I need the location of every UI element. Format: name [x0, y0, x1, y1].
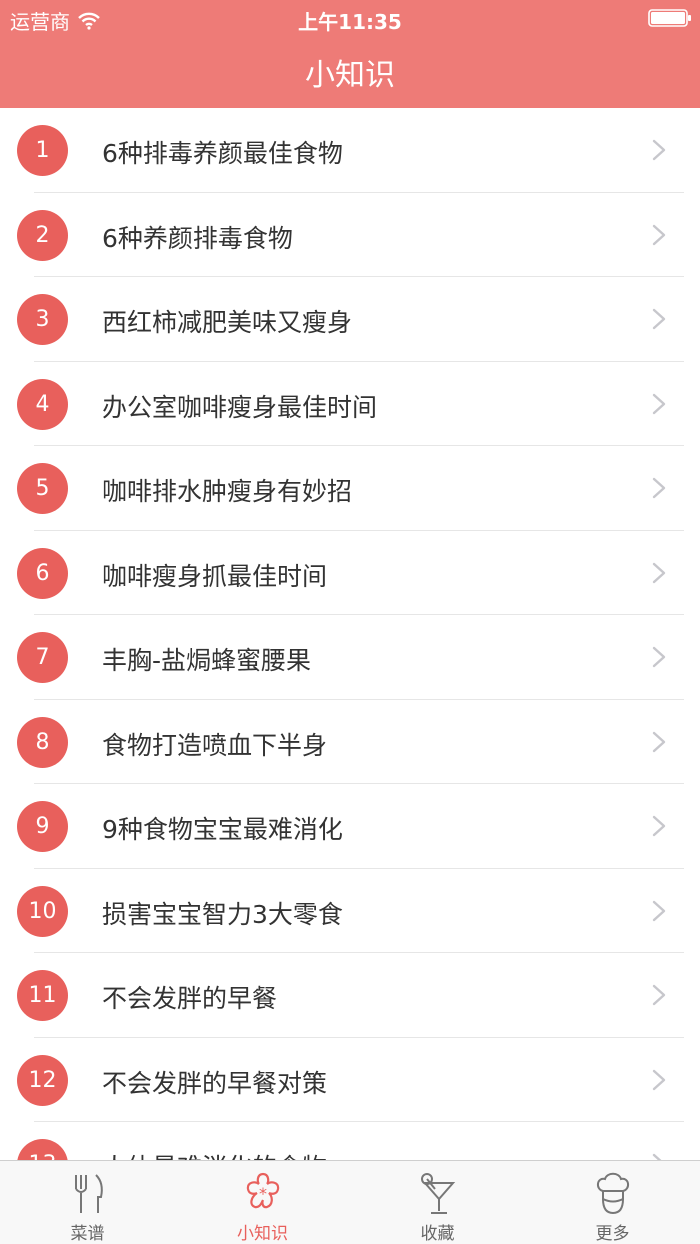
item-number-badge: 11: [17, 970, 68, 1021]
item-number-badge: 2: [17, 209, 68, 261]
item-title: 咖啡瘦身抓最佳时间: [102, 561, 328, 591]
fork-knife-icon: [74, 1174, 103, 1213]
chevron-right-icon: [652, 646, 666, 668]
svg-text:*: *: [259, 1184, 267, 1203]
list-item[interactable]: 7 丰胸-盐焗蜂蜜腰果: [0, 615, 700, 700]
list-item[interactable]: 8 食物打造喷血下半身: [0, 700, 700, 785]
chevron-right-icon: [652, 984, 666, 1006]
item-number-badge: 1: [17, 125, 68, 176]
chevron-right-icon: [652, 139, 666, 161]
item-number-badge: 7: [17, 632, 68, 683]
list-item[interactable]: 12 不会发胖的早餐对策: [0, 1038, 700, 1123]
list-item[interactable]: 13 人体最难消化的食物: [0, 1122, 700, 1160]
tips-list: 1 6种排毒养颜最佳食物 2 6种养颜排毒食物 3 西红柿减肥美味又瘦身 4 办公室咖啡瘦身最…: [0, 108, 700, 1160]
item-number-badge: 5: [17, 463, 68, 514]
item-title: 不会发胖的早餐对策: [102, 1068, 328, 1098]
item-title: 6种养颜排毒食物: [102, 223, 293, 253]
list-item[interactable]: 6 咖啡瘦身抓最佳时间: [0, 531, 700, 616]
screen: 运营商 上午11:35 小知识 1 6种排毒养颜最佳食物 2 6种养颜排毒食物 3 西红柿…: [0, 0, 700, 1244]
chevron-right-icon: [652, 308, 666, 330]
header: 运营商 上午11:35 小知识: [0, 0, 700, 108]
list-item[interactable]: 9 9种食物宝宝最难消化: [0, 784, 700, 869]
item-number-badge: 8: [17, 716, 68, 768]
chef-hat-icon: [596, 1172, 629, 1215]
list-item[interactable]: 3 西红柿减肥美味又瘦身: [0, 277, 700, 362]
item-title: 西红柿减肥美味又瘦身: [102, 308, 353, 337]
chevron-right-icon: [652, 900, 666, 921]
list-item[interactable]: 5 咖啡排水肿瘦身有妙招: [0, 446, 700, 531]
item-title: 不会发胖的早餐: [102, 984, 278, 1013]
item-title: 办公室咖啡瘦身最佳时间: [102, 392, 378, 422]
item-number-badge: 13: [17, 1139, 68, 1160]
chevron-right-icon: [652, 477, 666, 499]
tab-label: 收藏: [420, 1224, 455, 1244]
cocktail-icon: [420, 1173, 455, 1214]
tab-flower[interactable]: * 小知识: [175, 1161, 350, 1244]
item-title: 损害宝宝智力3大零食: [102, 899, 343, 929]
page-title: 小知识: [305, 58, 395, 93]
item-title: 人体最难消化的食物: [102, 1148, 327, 1160]
item-number-badge: 10: [17, 885, 68, 937]
battery-icon: [648, 9, 691, 27]
item-title: 丰胸-盐焗蜂蜜腰果: [102, 646, 312, 675]
chevron-right-icon: [652, 562, 666, 583]
item-title: 咖啡排水肿瘦身有妙招: [102, 477, 353, 506]
item-number-badge: 3: [17, 294, 68, 345]
chevron-right-icon: [652, 731, 666, 752]
tab-label: 小知识: [237, 1224, 288, 1244]
tab-fork-knife[interactable]: 菜谱: [0, 1161, 175, 1244]
item-title: 食物打造喷血下半身: [102, 730, 328, 760]
chevron-right-icon: [652, 224, 666, 245]
item-number-badge: 9: [17, 801, 68, 852]
list-item[interactable]: 10 损害宝宝智力3大零食: [0, 869, 700, 954]
list-item[interactable]: 11 不会发胖的早餐: [0, 953, 700, 1038]
chevron-right-icon: [652, 393, 666, 414]
chevron-right-icon: [652, 1153, 662, 1160]
tab-bar: 菜谱 * 小知识 收藏 更多: [0, 1160, 700, 1244]
status-time: 上午11:35: [298, 10, 402, 34]
list-item[interactable]: 1 6种排毒养颜最佳食物: [0, 108, 700, 193]
item-number-badge: 4: [17, 378, 68, 430]
list-item[interactable]: 4 办公室咖啡瘦身最佳时间: [0, 362, 700, 447]
status-bar: 运营商 上午11:35: [0, 0, 700, 36]
item-title: 9种食物宝宝最难消化: [102, 815, 343, 844]
item-number-badge: 12: [17, 1054, 68, 1106]
tab-cocktail[interactable]: 收藏: [350, 1161, 525, 1244]
tab-chef-hat[interactable]: 更多: [525, 1161, 700, 1244]
item-title: 6种排毒养颜最佳食物: [102, 139, 343, 168]
flower-icon: *: [246, 1172, 279, 1209]
tab-label: 更多: [595, 1224, 630, 1244]
list-item[interactable]: 2 6种养颜排毒食物: [0, 193, 700, 278]
tab-label: 菜谱: [70, 1224, 105, 1244]
item-number-badge: 6: [17, 547, 68, 599]
chevron-right-icon: [652, 815, 666, 837]
chevron-right-icon: [652, 1069, 666, 1090]
